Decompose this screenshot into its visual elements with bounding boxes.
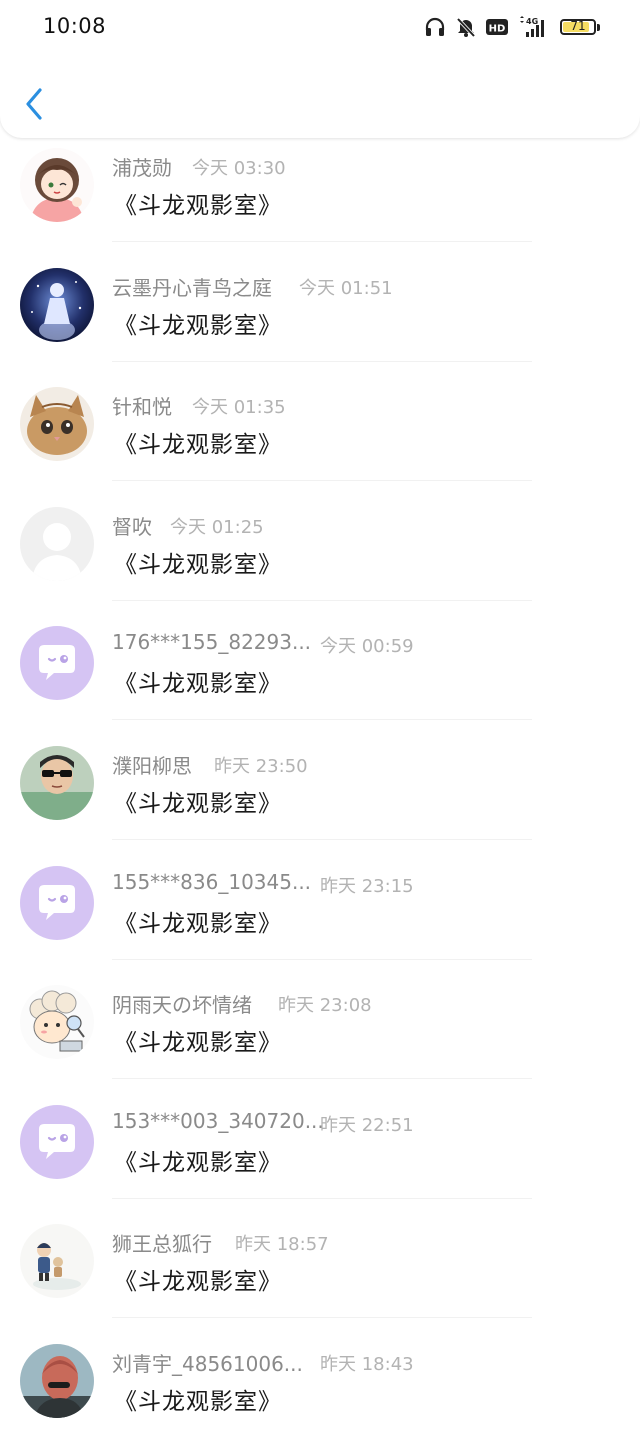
- avatar[interactable]: [20, 985, 94, 1060]
- avatar[interactable]: [20, 267, 94, 342]
- divider: [112, 719, 532, 721]
- list-item[interactable]: 云墨丹心青鸟之庭 今天 01:51 《斗龙观影室》: [0, 260, 640, 380]
- sender-name: 155***836_10345...: [112, 869, 312, 894]
- list-item[interactable]: 濮阳柳思 昨天 23:50 《斗龙观影室》: [0, 738, 640, 858]
- message-text: 《斗龙观影室》: [114, 910, 282, 937]
- sender-name: 针和悦: [112, 395, 172, 420]
- list-item[interactable]: 155***836_10345... 昨天 23:15 《斗龙观影室》: [0, 858, 640, 978]
- battery-level: 71: [570, 19, 586, 33]
- message-time: 昨天 18:43: [320, 1353, 414, 1375]
- message-time: 今天 01:35: [192, 397, 286, 419]
- status-time: 10:08: [43, 14, 107, 38]
- message-time: 今天 03:30: [192, 158, 286, 179]
- sender-name: 153***003_340720...: [112, 1108, 324, 1133]
- avatar[interactable]: [20, 745, 94, 820]
- divider: [112, 1197, 532, 1199]
- message-time: 今天 01:25: [170, 516, 264, 538]
- avatar[interactable]: [20, 1343, 94, 1418]
- message-text: 《斗龙观影室》: [114, 1388, 282, 1415]
- status-bar: 10:08 HD 4G 71: [0, 0, 640, 56]
- status-icons: HD 4G 71: [424, 16, 600, 38]
- sender-name: 云墨丹心青鸟之庭: [112, 275, 272, 300]
- message-time: 今天 00:59: [320, 636, 414, 658]
- list-item[interactable]: 阴雨天の坏情绪 昨天 23:08 《斗龙观影室》: [0, 977, 640, 1097]
- divider: [112, 599, 532, 601]
- divider: [112, 1317, 532, 1319]
- message-list: 浦茂勋 今天 03:30 《斗龙观影室》 云墨丹心青鸟之庭 今天 01:51 《…: [0, 140, 640, 1456]
- list-item[interactable]: 153***003_340720... 昨天 22:51 《斗龙观影室》: [0, 1097, 640, 1217]
- hd-icon: HD: [486, 18, 508, 36]
- back-button[interactable]: [18, 84, 50, 124]
- divider: [112, 838, 532, 840]
- list-item[interactable]: 狮王总狐行 昨天 18:57 《斗龙观影室》: [0, 1216, 640, 1336]
- list-item[interactable]: 176***155_82293... 今天 00:59 《斗龙观影室》: [0, 618, 640, 738]
- message-time: 昨天 23:08: [278, 995, 372, 1017]
- message-text: 《斗龙观影室》: [114, 193, 282, 219]
- top-header: [0, 56, 640, 138]
- list-item[interactable]: 督吹 今天 01:25 《斗龙观影室》: [0, 499, 640, 619]
- divider: [112, 241, 532, 242]
- divider: [112, 360, 532, 362]
- avatar[interactable]: [20, 506, 94, 581]
- avatar[interactable]: [20, 865, 94, 940]
- message-text: 《斗龙观影室》: [114, 432, 282, 459]
- divider: [112, 1078, 532, 1080]
- svg-text:4G: 4G: [526, 17, 538, 26]
- avatar[interactable]: [20, 1104, 94, 1179]
- sender-name: 阴雨天の坏情绪: [112, 993, 252, 1018]
- avatar[interactable]: [20, 626, 94, 701]
- message-time: 昨天 23:50: [214, 755, 308, 777]
- message-time: 昨天 18:57: [235, 1234, 329, 1256]
- list-item[interactable]: 浦茂勋 今天 03:30 《斗龙观影室》: [0, 140, 640, 260]
- message-time: 昨天 23:15: [320, 875, 414, 897]
- message-time: 昨天 22:51: [320, 1114, 414, 1136]
- list-item[interactable]: 针和悦 今天 01:35 《斗龙观影室》: [0, 379, 640, 499]
- sender-name: 刘青宇_48561006...: [112, 1351, 303, 1376]
- headphones-icon: [424, 17, 446, 37]
- sender-name: 浦茂勋: [112, 156, 172, 180]
- sender-name: 督吹: [112, 514, 152, 539]
- svg-text:HD: HD: [489, 24, 506, 35]
- divider: [112, 958, 532, 960]
- list-item[interactable]: 刘青宇_48561006... 昨天 18:43 《斗龙观影室》: [0, 1336, 640, 1456]
- message-text: 《斗龙观影室》: [114, 671, 282, 698]
- divider: [112, 480, 532, 482]
- message-text: 《斗龙观影室》: [114, 1269, 282, 1296]
- avatar[interactable]: [20, 387, 94, 462]
- sender-name: 176***155_82293...: [112, 630, 312, 655]
- message-text: 《斗龙观影室》: [114, 312, 282, 339]
- battery-indicator: 71: [560, 19, 600, 35]
- message-text: 《斗龙观影室》: [114, 1030, 282, 1057]
- avatar[interactable]: [20, 148, 94, 222]
- sender-name: 濮阳柳思: [112, 753, 192, 778]
- message-text: 《斗龙观影室》: [114, 551, 282, 578]
- message-text: 《斗龙观影室》: [114, 1149, 282, 1176]
- mute-bell-icon: [455, 16, 477, 38]
- message-text: 《斗龙观影室》: [114, 790, 282, 817]
- chevron-left-icon: [26, 88, 42, 120]
- sender-name: 狮王总狐行: [112, 1232, 212, 1257]
- message-time: 今天 01:51: [299, 277, 393, 299]
- avatar[interactable]: [20, 1224, 94, 1299]
- signal-4g-icon: 4G: [517, 16, 551, 38]
